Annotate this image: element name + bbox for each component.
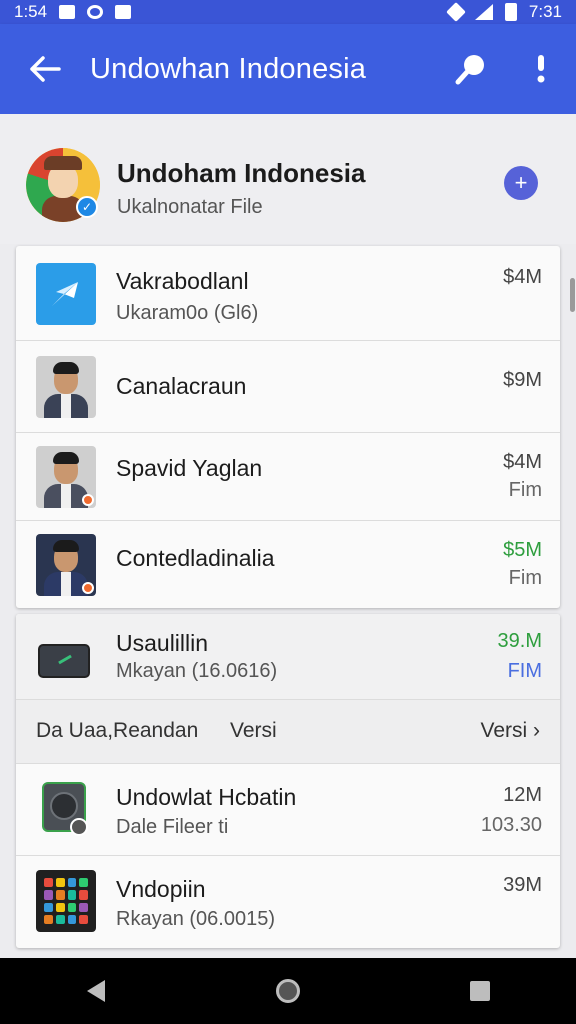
verified-badge-icon: ✓	[76, 196, 98, 218]
speaker-cone	[50, 792, 78, 820]
file-list-card: Vakrabodlanl Ukaram0o (Gl6) $4M Canalacr…	[16, 246, 560, 608]
item-size: $4M	[503, 451, 542, 473]
status-time: 1:54	[14, 2, 48, 21]
item-name: Contedladinalia	[116, 545, 275, 571]
versions-card: Usaulillin Mkayan (16.0616) 39.M FIM Da …	[16, 614, 560, 948]
calculator-thumbnail	[36, 870, 96, 932]
header-title: Undoham Indonesia	[117, 158, 366, 188]
list-item[interactable]: Undowlat Hcbatin Dale Fileer ti 12M 103.…	[16, 764, 560, 856]
back-button[interactable]	[0, 24, 90, 114]
list-item[interactable]: Spavid Yaglan $4M Fim	[16, 433, 560, 521]
item-name: Canalacraun	[116, 373, 247, 399]
person-shirt	[61, 572, 71, 596]
signal-icon	[474, 4, 493, 20]
app-thumbnail	[36, 263, 96, 325]
more-vert-icon	[537, 55, 545, 83]
list-item[interactable]: Canalacraun $9M	[16, 341, 560, 433]
nav-back-icon	[87, 980, 105, 1002]
list-item[interactable]: Contedladinalia $5M Fim	[16, 521, 560, 608]
device-screen	[38, 644, 90, 678]
item-subtitle: Ukaram0o (Gl6)	[116, 302, 259, 324]
speaker-thumbnail	[36, 778, 96, 840]
search-notification-icon	[87, 5, 104, 19]
image-notification-icon	[115, 5, 132, 19]
search-button[interactable]	[436, 24, 506, 114]
notification-icon	[59, 5, 76, 19]
nav-recents-icon	[470, 981, 490, 1001]
app-title: Undowhan Indonesia	[90, 52, 367, 85]
person-shirt	[61, 394, 71, 418]
item-size: $5M	[503, 539, 542, 561]
navigation-bar	[0, 958, 576, 1024]
person-thumbnail	[36, 534, 96, 596]
status-dot-icon	[82, 582, 94, 594]
nav-back-button[interactable]	[56, 958, 136, 1024]
item-meta: Fim	[508, 479, 542, 501]
app-bar: Undowhan Indonesia	[0, 24, 576, 114]
status-bar: 1:54 7:31	[0, 0, 576, 24]
plus-icon: +	[514, 170, 528, 195]
nav-home-button[interactable]	[248, 958, 328, 1024]
avatar-hat	[44, 156, 82, 170]
more-options-button[interactable]	[506, 24, 576, 114]
status-clock: 7:31	[528, 2, 562, 21]
item-meta: Fim	[508, 567, 542, 589]
device-thumbnail	[36, 626, 96, 688]
item-size: 39.M	[497, 630, 542, 652]
person-hair	[53, 362, 79, 374]
person-hair	[53, 540, 79, 552]
item-name: Undowlat Hcbatin	[116, 784, 297, 810]
profile-header: ✓ Undoham Indonesia Ukalnonatar File +	[0, 114, 576, 244]
item-size: 39M	[503, 874, 542, 896]
item-name: Vakrabodlanl	[116, 268, 249, 294]
item-size: $4M	[503, 266, 542, 288]
search-icon	[455, 55, 484, 85]
nav-recents-button[interactable]	[440, 958, 520, 1024]
scrollbar[interactable]	[570, 278, 575, 312]
list-item[interactable]: Vakrabodlanl Ukaram0o (Gl6) $4M	[16, 246, 560, 341]
item-size: $9M	[503, 369, 542, 391]
list-item[interactable]: Vndopiin Rkayan (06.0015) 39M	[16, 856, 560, 946]
item-meta: FIM	[507, 660, 542, 682]
speaker-knob-icon	[70, 818, 88, 836]
person-shirt	[61, 484, 71, 508]
battery-icon	[504, 3, 517, 21]
item-subtitle: Mkayan (16.0616)	[116, 660, 278, 682]
item-name: Usaulillin	[116, 630, 209, 656]
arrow-back-icon	[30, 56, 61, 82]
wifi-icon	[446, 2, 466, 22]
send-app-icon	[52, 282, 78, 306]
add-button[interactable]: +	[504, 166, 538, 200]
list-item[interactable]: Usaulillin Mkayan (16.0616) 39.M FIM	[16, 614, 560, 700]
section-header: Da Uaa,Reandan Versi Versi ›	[16, 700, 560, 764]
person-thumbnail	[36, 356, 96, 418]
item-meta: 103.30	[480, 814, 542, 836]
status-dot-icon	[82, 494, 94, 506]
person-hair	[53, 452, 79, 464]
item-name: Spavid Yaglan	[116, 455, 263, 481]
item-name: Vndopiin	[116, 876, 206, 902]
nav-home-icon	[276, 979, 300, 1003]
section-label: Da Uaa,Reandan	[36, 719, 199, 742]
header-subtitle: Ukalnonatar File	[117, 196, 263, 218]
item-size: 12M	[503, 784, 542, 806]
item-subtitle: Dale Fileer ti	[116, 816, 229, 838]
calculator-keys-icon	[44, 878, 88, 924]
versions-link[interactable]: Versi ›	[480, 719, 540, 743]
person-thumbnail	[36, 446, 96, 508]
section-version-label: Versi	[230, 719, 277, 742]
item-subtitle: Rkayan (06.0015)	[116, 908, 275, 930]
